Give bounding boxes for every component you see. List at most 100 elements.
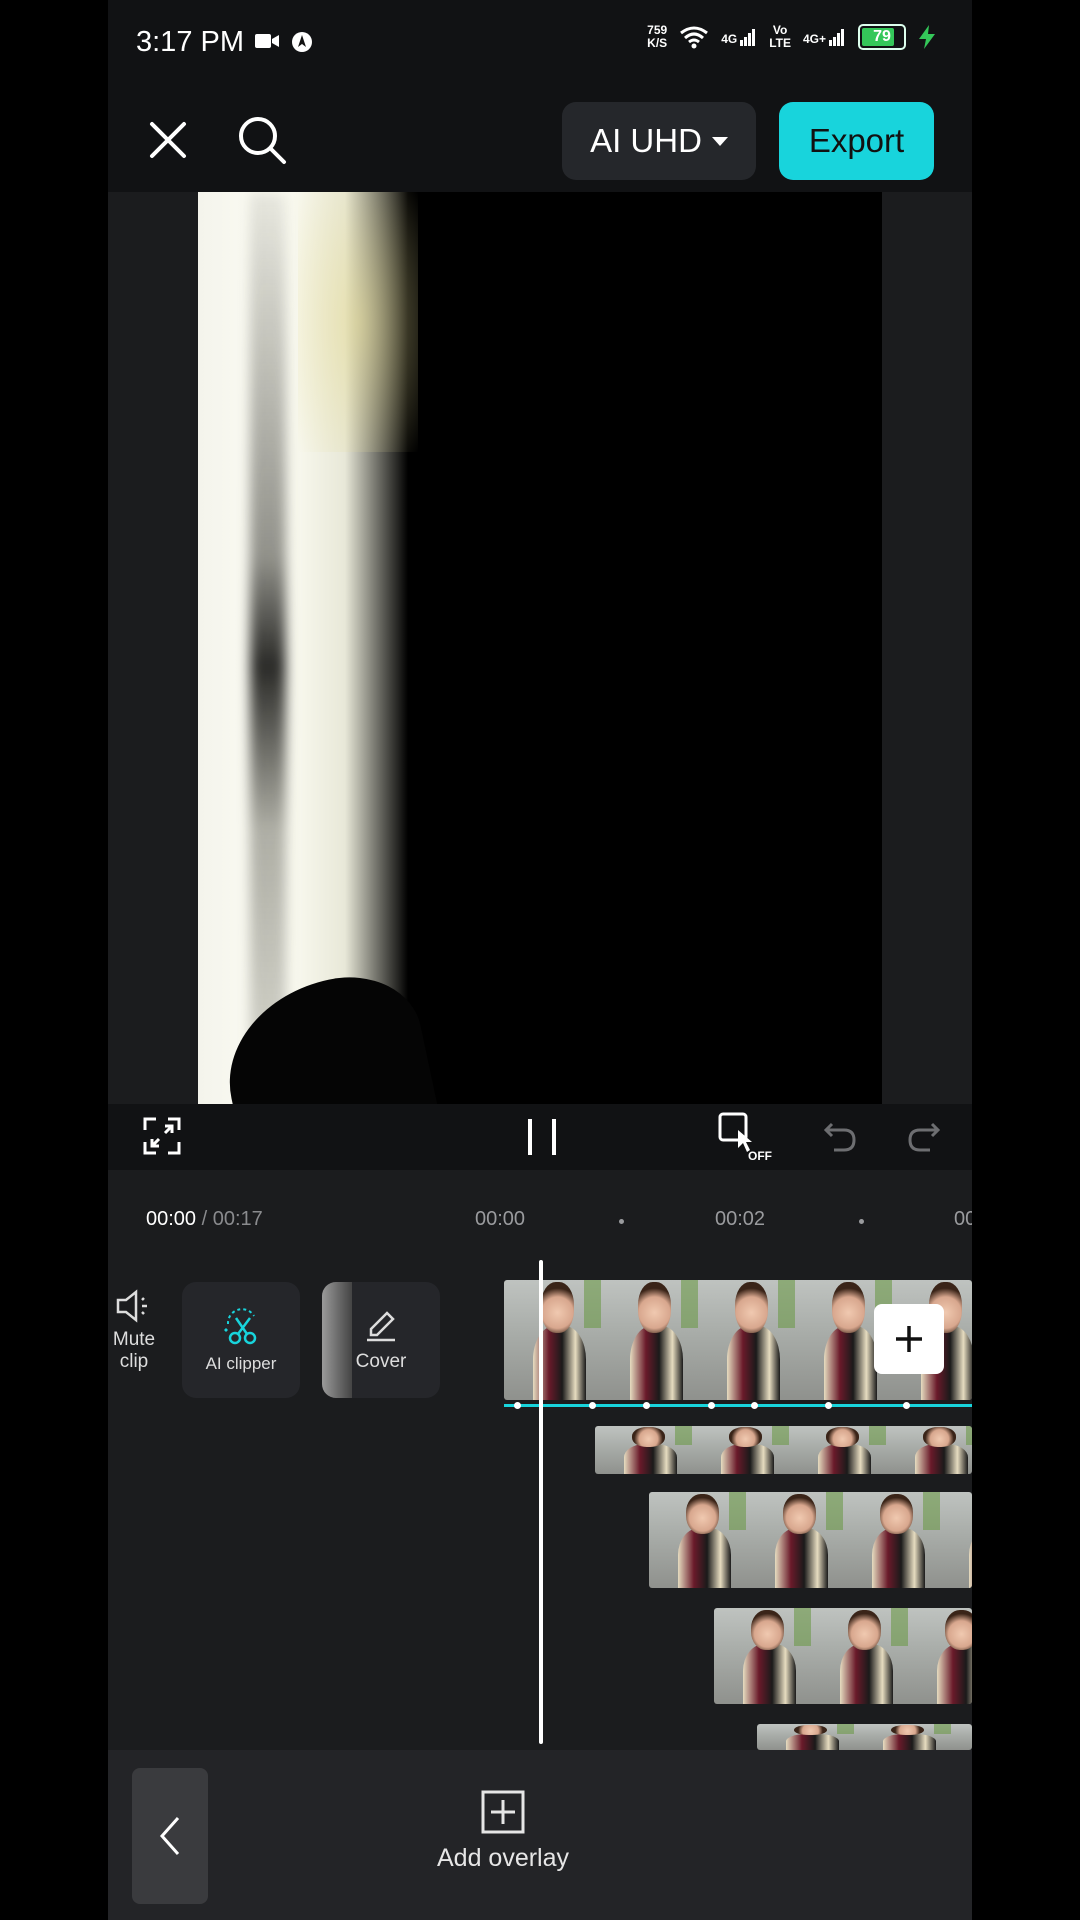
subject-head [728, 1426, 762, 1448]
background-foliage [680, 1280, 698, 1328]
mute-clip-button[interactable]: Mute clip [108, 1288, 166, 1373]
clip-frame-thumbnail [692, 1426, 789, 1474]
clip-frame-thumbnail [649, 1492, 746, 1588]
ai-scissors-icon [224, 1308, 257, 1345]
keyframe-dot [708, 1402, 715, 1409]
cover-button[interactable]: Cover [322, 1282, 440, 1398]
quality-selector[interactable]: AI UHD [562, 102, 756, 180]
add-overlay-icon [481, 1790, 525, 1834]
preview-warm-glow [298, 192, 418, 452]
keyframe-dot [825, 1402, 832, 1409]
clip-frame-thumbnail [854, 1724, 951, 1750]
export-button[interactable]: Export [779, 102, 934, 180]
subject-head [847, 1609, 881, 1651]
subject-head [922, 1426, 956, 1448]
background-foliage [965, 1426, 972, 1446]
add-overlay-button[interactable]: Add overlay [408, 1790, 598, 1890]
top-toolbar: AI UHD Export [108, 88, 972, 192]
subject-figure [630, 1325, 684, 1400]
battery-indicator: 79 [858, 24, 906, 50]
clip-frame-thumbnail [757, 1724, 854, 1750]
clip-frame-thumbnail [951, 1724, 972, 1750]
volte-indicator: Vo LTE [769, 24, 791, 50]
ruler-mark: 00 [954, 1208, 972, 1230]
video-preview[interactable] [198, 192, 882, 1104]
subject-figure [883, 1733, 937, 1750]
ai-clipper-button[interactable]: AI clipper [182, 1282, 300, 1398]
keyframe-dot [903, 1402, 910, 1409]
fullscreen-button[interactable] [142, 1116, 182, 1156]
add-clip-button[interactable] [874, 1304, 944, 1374]
background-foliage [674, 1426, 692, 1446]
overlay-clip[interactable] [649, 1492, 972, 1588]
subject-head [793, 1724, 827, 1736]
signal-4g-label: 4G [721, 32, 738, 46]
ruler-mark: 00:02 [715, 1208, 766, 1230]
preview-light-streak [250, 192, 286, 1104]
status-time: 3:17 PM [136, 26, 244, 58]
signal-bars-icon [740, 29, 756, 46]
video-camera-icon [255, 34, 279, 48]
background-foliage [890, 1608, 908, 1647]
clip-frame-thumbnail [908, 1608, 972, 1704]
keyframe-toggle-button[interactable]: OFF [718, 1112, 774, 1162]
overlay-clip[interactable] [714, 1608, 972, 1704]
background-foliage [825, 1492, 843, 1531]
playhead[interactable] [539, 1260, 543, 1744]
ruler-dot [859, 1219, 864, 1224]
current-time: 00:00 [146, 1208, 197, 1230]
search-button[interactable] [230, 108, 294, 172]
clip-frame-thumbnail [843, 1492, 940, 1588]
background-foliage [836, 1724, 854, 1735]
subject-figure [937, 1644, 972, 1704]
ruler-dot [619, 1219, 624, 1224]
clip-frame-thumbnail [940, 1492, 972, 1588]
signal-4g: 4G [721, 28, 757, 46]
subject-figure [915, 1444, 969, 1474]
subject-head [879, 1493, 913, 1535]
mute-label-line1: Mute [112, 1329, 156, 1350]
subject-head [685, 1493, 719, 1535]
subject-head [750, 1609, 784, 1651]
chevron-left-icon [159, 1817, 180, 1855]
subject-head [944, 1609, 972, 1651]
redo-icon [908, 1122, 941, 1152]
svg-text:OFF: OFF [748, 1149, 772, 1162]
charging-bolt-icon [919, 25, 935, 49]
subject-head [540, 1282, 574, 1333]
total-time: 00:17 [212, 1208, 263, 1230]
subject-figure [969, 1528, 972, 1588]
subject-figure [624, 1444, 678, 1474]
overlay-clip[interactable] [595, 1426, 972, 1474]
speaker-icon [116, 1289, 147, 1323]
subject-figure [678, 1528, 732, 1588]
status-right: 759 K/S 4G Vo LTE 4G+ 79 [647, 24, 936, 50]
background-foliage [933, 1724, 951, 1735]
plus-icon [896, 1326, 922, 1352]
wifi-icon [680, 26, 709, 49]
keyframe-dot [751, 1402, 758, 1409]
back-button[interactable] [132, 1768, 208, 1904]
subject-figure [872, 1528, 926, 1588]
background-foliage [728, 1492, 746, 1531]
clip-frame-thumbnail [714, 1608, 811, 1704]
overlay-clip[interactable] [757, 1724, 972, 1750]
undo-button[interactable] [820, 1116, 860, 1156]
pause-button[interactable] [518, 1114, 566, 1160]
clip-frame-thumbnail [595, 1426, 692, 1474]
close-button[interactable] [138, 110, 198, 170]
redo-button[interactable] [904, 1116, 944, 1156]
clip-frame-thumbnail [746, 1492, 843, 1588]
subject-head [831, 1282, 865, 1333]
ai-clipper-label: AI clipper [205, 1354, 277, 1373]
ruler-mark: 00:00 [475, 1208, 526, 1230]
add-overlay-label: Add overlay [436, 1844, 570, 1872]
clip-frame-thumbnail [504, 1280, 601, 1400]
clip-frame-thumbnail [601, 1280, 698, 1400]
background-foliage [771, 1426, 789, 1446]
background-foliage [777, 1280, 795, 1328]
subject-figure [824, 1325, 878, 1400]
subject-head [734, 1282, 768, 1333]
time-readout: 00:00 / 00:17 [146, 1208, 263, 1231]
subject-figure [721, 1444, 775, 1474]
